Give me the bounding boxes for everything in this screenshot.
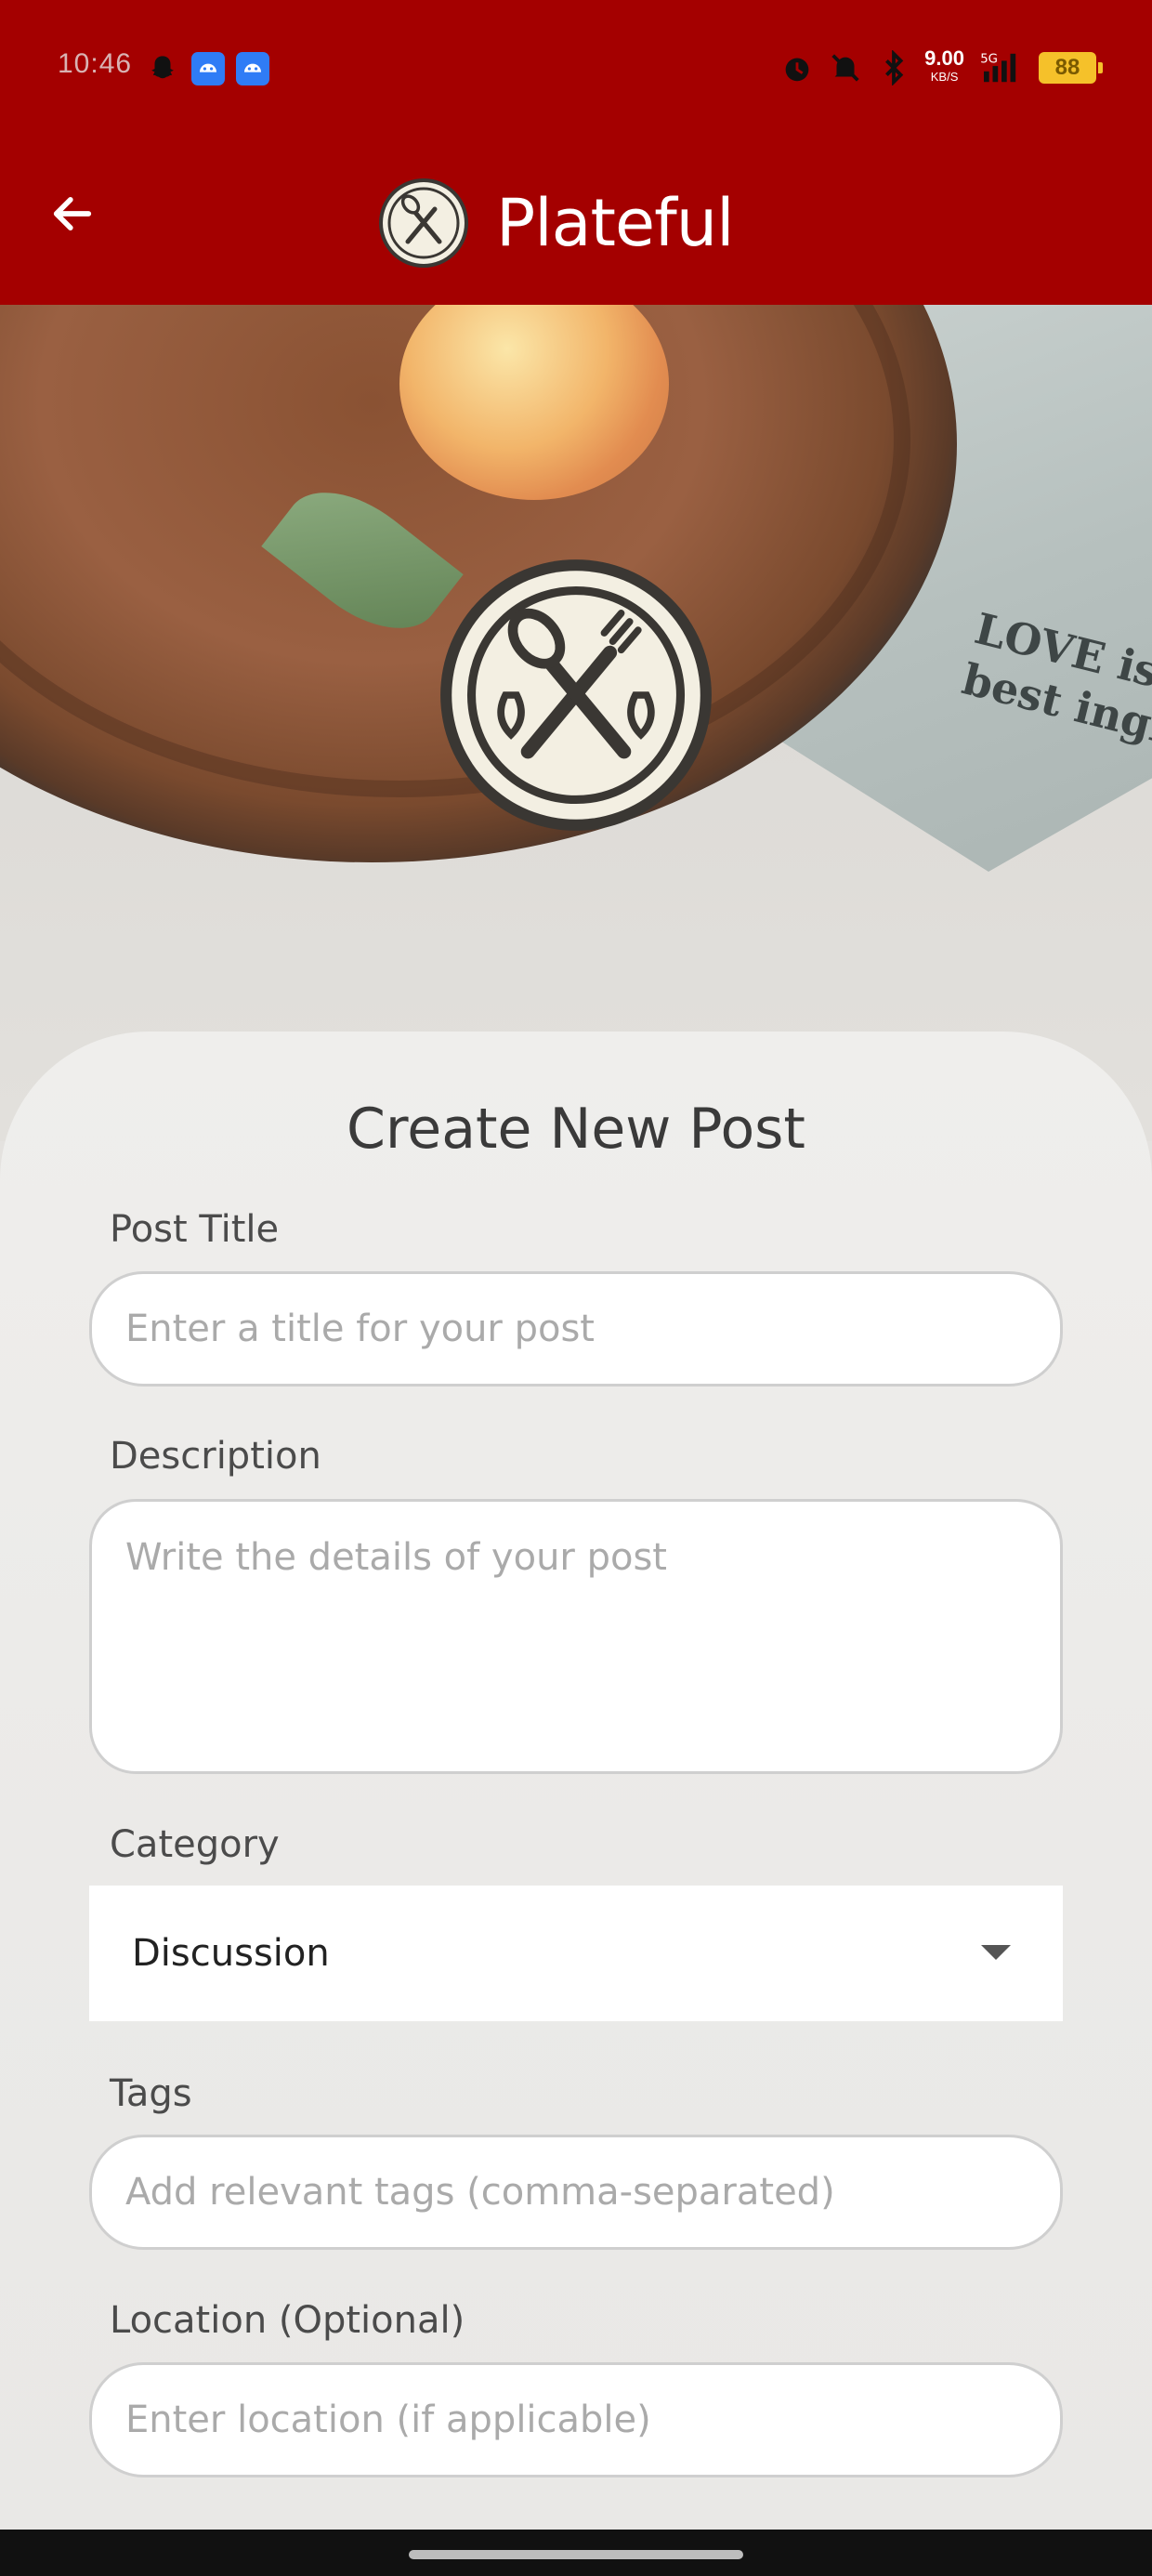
- arrow-left-icon: [53, 197, 92, 230]
- plateful-logo-icon: [379, 178, 468, 268]
- category-dropdown[interactable]: Discussion: [89, 1886, 1063, 2021]
- location-placeholder: Enter location (if applicable): [125, 2399, 651, 2441]
- form-heading: Create New Post: [347, 1097, 805, 1162]
- top-bar: 10:46 9.00 KB/S 5G 88 Plateful: [0, 0, 1152, 305]
- android-notification-icon: [236, 52, 269, 85]
- tags-placeholder: Add relevant tags (comma-separated): [125, 2171, 835, 2214]
- svg-text:5G: 5G: [980, 52, 998, 66]
- snapchat-icon: [151, 56, 174, 79]
- dropdown-arrow-icon: [981, 1945, 1011, 1960]
- description-label: Description: [110, 1435, 321, 1478]
- hero-image: LOVE is best ingre: [0, 26, 1152, 1141]
- post-title-input[interactable]: Enter a title for your post: [89, 1271, 1063, 1387]
- mute-bell-icon: [831, 54, 859, 82]
- battery-indicator: 88: [1039, 52, 1103, 84]
- description-textarea[interactable]: Write the details of your post: [89, 1499, 1063, 1774]
- location-input[interactable]: Enter location (if applicable): [89, 2362, 1063, 2477]
- description-placeholder: Write the details of your post: [125, 1536, 667, 1579]
- app-screen: LOVE is best ingre 10:46 9.00 KB/S 5G 88…: [0, 0, 1152, 2576]
- category-selected-value: Discussion: [132, 1932, 330, 1975]
- app-bar: Plateful: [0, 138, 1152, 305]
- signal-5g-icon: 5G: [980, 52, 1016, 83]
- network-speed: 9.00 KB/S: [924, 46, 964, 85]
- app-brand: Plateful: [377, 177, 735, 269]
- alarm-icon: [785, 58, 809, 82]
- home-indicator[interactable]: [409, 2550, 743, 2559]
- status-time: 10:46: [58, 48, 133, 79]
- tags-label: Tags: [110, 2072, 192, 2115]
- location-label: Location (Optional): [110, 2299, 465, 2342]
- status-icons: 9.00 KB/S 5G 88: [779, 45, 1103, 91]
- bluetooth-icon: [885, 50, 904, 85]
- status-bar: 10:46 9.00 KB/S 5G 88: [0, 0, 1152, 138]
- plateful-logo-icon: [440, 559, 712, 831]
- tags-input[interactable]: Add relevant tags (comma-separated): [89, 2135, 1063, 2250]
- create-post-form: Create New Post Post Title Enter a title…: [0, 1032, 1152, 2537]
- category-label: Category: [110, 1823, 280, 1866]
- post-title-placeholder: Enter a title for your post: [125, 1308, 595, 1350]
- post-title-label: Post Title: [110, 1208, 280, 1251]
- app-title: Plateful: [496, 185, 735, 261]
- back-button[interactable]: [45, 186, 100, 242]
- android-notification-icon: [191, 52, 225, 85]
